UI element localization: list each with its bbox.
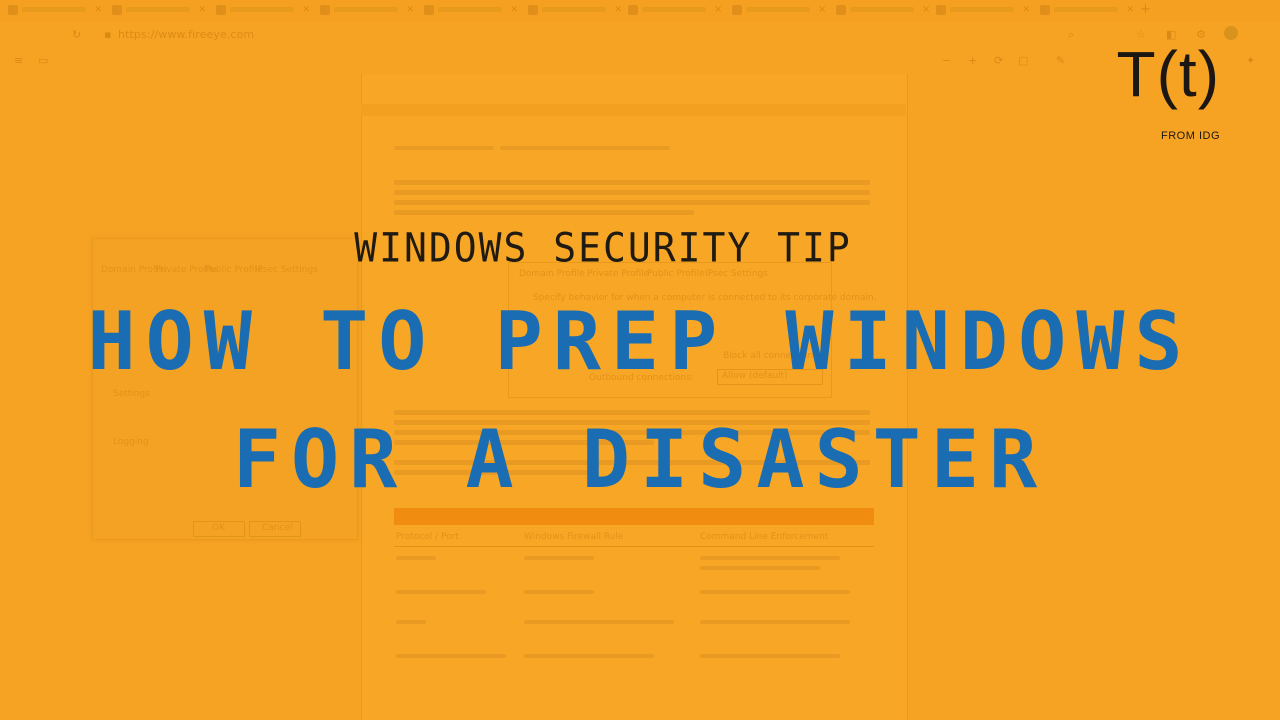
table-cell (700, 620, 850, 624)
headline-line-1: HOW TO PREP WINDOWS (87, 295, 1193, 388)
browser-tab[interactable]: × (1040, 4, 1134, 18)
table-cell (396, 620, 426, 624)
table-cell (524, 620, 674, 624)
page-icon[interactable]: ▭ (38, 54, 50, 67)
headline-line-2: FOR A DISASTER (232, 413, 1048, 506)
new-tab-icon[interactable]: + (1140, 2, 1154, 16)
browser-tab[interactable]: × (528, 4, 622, 18)
text-line (394, 146, 494, 150)
logo-mark: T(t) (1116, 38, 1220, 110)
table-cell (700, 566, 820, 570)
table-caption-bar (394, 508, 874, 525)
logo-subtitle: FROM IDG (1161, 130, 1220, 142)
text-line (394, 210, 694, 215)
browser-tab[interactable]: × (216, 4, 310, 18)
pdf-toolbar: ≡ ▭ − + ⟳ ▢ ✎ ✦ (0, 48, 1280, 74)
text-line (394, 190, 870, 195)
zoom-in-icon[interactable]: + (968, 54, 980, 67)
rotate-icon[interactable]: ⟳ (994, 54, 1006, 67)
dialog-cancel-button: Cancel (249, 521, 301, 537)
tech-talk-logo: T(t) FROM IDG (1106, 42, 1226, 146)
table-cell (524, 590, 594, 594)
fit-page-icon[interactable]: ▢ (1018, 54, 1030, 67)
draw-icon[interactable]: ✎ (1056, 54, 1068, 67)
table-cell (396, 556, 436, 560)
pin-icon[interactable]: ✦ (1246, 54, 1258, 67)
reload-icon[interactable]: ↻ (72, 28, 84, 41)
browser-tab[interactable]: × (112, 4, 206, 18)
cancel-label: Cancel (262, 523, 293, 533)
browser-tab[interactable]: × (732, 4, 826, 18)
search-icon[interactable]: ⌕ (1068, 28, 1080, 41)
table-cell (700, 556, 840, 560)
lock-icon: ▪ (104, 28, 112, 41)
text-line (394, 200, 870, 205)
text-line (394, 180, 870, 185)
browser-tab[interactable]: × (424, 4, 518, 18)
browser-tab[interactable]: × (8, 4, 102, 18)
table-cell (396, 590, 486, 594)
table-cell (524, 556, 594, 560)
browser-tab-bar: × × × × × × × × × × × + (0, 0, 1280, 22)
table-header: Protocol / Port Windows Firewall Rule Co… (394, 528, 874, 547)
url-field[interactable]: https://www.fireeye.com (118, 28, 254, 41)
address-bar: ↻ ▪ https://www.fireeye.com ⌕ ☆ ◧ ⚙ (0, 22, 1280, 46)
url-text: https://www.fireeye.com (118, 28, 255, 41)
menu-icon[interactable]: ≡ (14, 54, 26, 67)
dialog-ok-button: OK (193, 521, 245, 537)
text-line (500, 146, 670, 150)
table-header-cell: Protocol / Port (396, 532, 459, 542)
table-cell (396, 654, 506, 658)
table-cell (700, 590, 850, 594)
ok-label: OK (212, 523, 225, 533)
table-cell (524, 654, 654, 658)
table-header-cell: Windows Firewall Rule (524, 532, 624, 542)
table-cell (700, 654, 840, 658)
zoom-out-icon[interactable]: − (942, 54, 954, 67)
browser-tab[interactable]: × (320, 4, 414, 18)
kicker-title: WINDOWS SECURITY TIP (354, 224, 852, 272)
settings-label: Settings (113, 389, 150, 399)
browser-tab[interactable]: × (936, 4, 1030, 18)
table-header-cell: Command Line Enforcement (700, 532, 829, 542)
browser-tab[interactable]: × (628, 4, 722, 18)
avatar[interactable] (1224, 26, 1238, 40)
browser-tab[interactable]: × (836, 4, 930, 18)
page-separator (361, 104, 906, 116)
